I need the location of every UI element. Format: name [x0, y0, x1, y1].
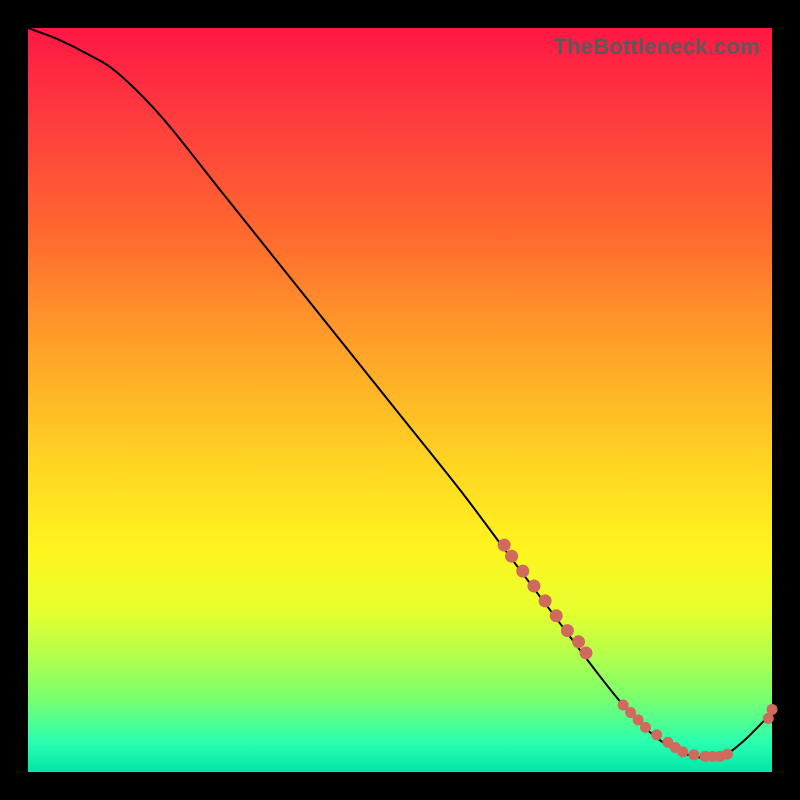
scatter-point	[517, 565, 529, 577]
chart-stage: TheBottleneck.com	[0, 0, 800, 800]
scatter-point	[652, 730, 662, 740]
scatter-point	[689, 750, 699, 760]
scatter-point	[678, 747, 688, 757]
scatter-point	[539, 595, 551, 607]
chart-curve	[28, 28, 772, 759]
chart-scatter-group	[498, 539, 777, 761]
scatter-point	[506, 550, 518, 562]
scatter-point	[641, 722, 651, 732]
scatter-point	[633, 715, 643, 725]
scatter-point	[550, 610, 562, 622]
scatter-point	[498, 539, 510, 551]
scatter-point	[528, 580, 540, 592]
scatter-point	[767, 705, 777, 715]
scatter-point	[626, 707, 636, 717]
chart-svg	[28, 28, 772, 772]
scatter-point	[561, 625, 573, 637]
scatter-point	[573, 636, 585, 648]
scatter-point	[580, 647, 592, 659]
scatter-point	[618, 700, 628, 710]
scatter-point	[722, 749, 732, 759]
chart-plot-area: TheBottleneck.com	[28, 28, 772, 772]
